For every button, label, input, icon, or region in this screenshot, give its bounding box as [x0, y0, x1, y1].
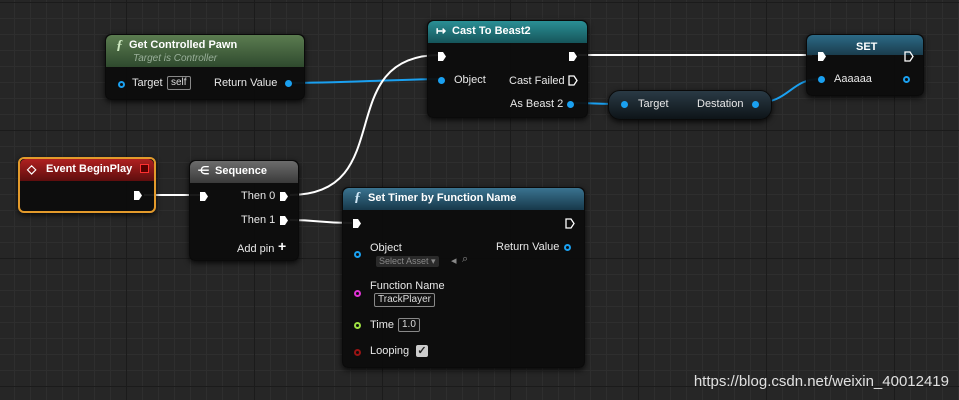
- looping-label: Looping: [370, 345, 410, 357]
- node-header: ↦ Cast To Beast2: [428, 21, 587, 43]
- event-beginplay-node[interactable]: ◇ Event BeginPlay: [18, 157, 156, 213]
- node-header: ƒ Set Timer by Function Name: [343, 188, 584, 210]
- target-pin[interactable]: [118, 81, 125, 88]
- node-subtitle: Target is Controller: [133, 53, 218, 64]
- destation-pin[interactable]: [752, 101, 759, 108]
- select-asset-dropdown[interactable]: Select Asset ▾: [376, 256, 439, 267]
- target-value[interactable]: self: [167, 76, 191, 90]
- node-header: ◇ Event BeginPlay: [20, 159, 154, 181]
- object-pin[interactable]: [354, 251, 361, 258]
- wire-then0-exec: [289, 54, 441, 196]
- target-pin[interactable]: [621, 101, 628, 108]
- destation-getter-node[interactable]: Target Destation: [608, 90, 772, 120]
- as-beast2-label: As Beast 2: [510, 98, 564, 110]
- exec-in-pin[interactable]: [352, 218, 362, 229]
- then0-pin[interactable]: [279, 191, 289, 202]
- target-label: Target: [638, 98, 669, 110]
- aaaaaa-out-pin[interactable]: [903, 76, 910, 83]
- node-title: Set Timer by Function Name: [368, 192, 517, 204]
- return-value-label: Return Value: [214, 77, 278, 89]
- exec-out-pin[interactable]: [565, 218, 575, 229]
- object-label: Object: [454, 74, 486, 86]
- cast-failed-label: Cast Failed: [509, 75, 565, 87]
- function-icon: ƒ: [354, 190, 361, 205]
- as-beast2-pin[interactable]: [567, 101, 574, 108]
- return-value-pin[interactable]: [285, 80, 292, 87]
- node-title: Event BeginPlay: [46, 163, 133, 175]
- exec-in-pin[interactable]: [817, 51, 827, 62]
- aaaaaa-pin[interactable]: [818, 76, 825, 83]
- object-label: Object: [370, 242, 402, 254]
- cast-to-beast2-node[interactable]: ↦ Cast To Beast2 Object Cast Failed As B…: [427, 20, 588, 118]
- exec-out-pin[interactable]: [133, 190, 143, 201]
- set-timer-node[interactable]: ƒ Set Timer by Function Name Object Sele…: [342, 187, 585, 368]
- node-title: SET: [856, 41, 878, 53]
- browse-search-icon[interactable]: ⌕: [462, 253, 468, 266]
- target-label: Target: [132, 77, 163, 89]
- watermark: https://blog.csdn.net/weixin_40012419: [693, 373, 949, 390]
- then1-label: Then 1: [241, 214, 276, 226]
- wire-pawn-to-cast: [285, 78, 441, 84]
- time-label: Time: [370, 319, 395, 331]
- destation-label: Destation: [697, 98, 744, 110]
- looping-checkbox[interactable]: ✓: [416, 345, 428, 357]
- get-controlled-pawn-node[interactable]: ƒ Get Controlled Pawn Target is Controll…: [105, 34, 305, 100]
- function-name-pin[interactable]: [354, 290, 361, 297]
- add-pin-label[interactable]: Add pin: [237, 243, 274, 255]
- set-node[interactable]: SET Aaaaaa: [806, 34, 924, 96]
- node-title: Cast To Beast2: [452, 25, 531, 37]
- time-value[interactable]: 1.0: [398, 318, 420, 332]
- cast-failed-pin[interactable]: [568, 75, 578, 86]
- sequence-icon: ⋲: [198, 165, 209, 177]
- aaaaaa-label: Aaaaaa: [834, 73, 872, 85]
- sequence-node[interactable]: ⋲ Sequence Then 0 Then 1 Add pin +: [189, 160, 299, 261]
- object-pin[interactable]: [438, 77, 445, 84]
- add-pin-plus-icon[interactable]: +: [278, 238, 286, 254]
- delegate-pin-icon[interactable]: [140, 164, 149, 173]
- event-diamond-icon: ◇: [27, 162, 37, 176]
- exec-out-pin[interactable]: [568, 51, 578, 62]
- time-pin[interactable]: [354, 322, 361, 329]
- use-selected-arrow-icon[interactable]: ◂: [451, 254, 457, 267]
- exec-out-pin[interactable]: [904, 51, 914, 62]
- node-header: ƒ Get Controlled Pawn Target is Controll…: [106, 35, 304, 67]
- exec-in-pin[interactable]: [437, 51, 447, 62]
- then0-label: Then 0: [241, 190, 276, 202]
- node-header: ⋲ Sequence: [190, 161, 298, 183]
- function-name-value[interactable]: TrackPlayer: [374, 293, 435, 307]
- return-value-label: Return Value: [496, 241, 560, 253]
- return-value-pin[interactable]: [564, 244, 571, 251]
- exec-in-pin[interactable]: [199, 191, 209, 202]
- node-title: Sequence: [215, 165, 267, 177]
- looping-pin[interactable]: [354, 349, 361, 356]
- then1-pin[interactable]: [279, 215, 289, 226]
- node-title: Get Controlled Pawn: [129, 39, 238, 51]
- function-name-label: Function Name: [370, 280, 445, 292]
- function-icon: ƒ: [116, 38, 123, 53]
- cast-arrow-icon: ↦: [436, 24, 447, 38]
